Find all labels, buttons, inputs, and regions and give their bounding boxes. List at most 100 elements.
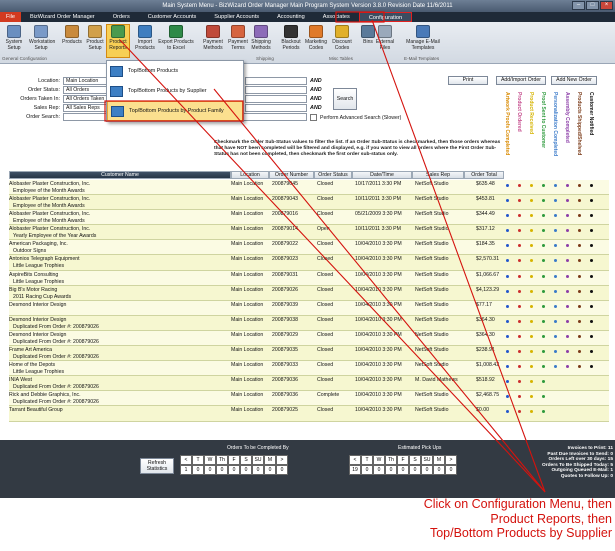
maximize-icon[interactable]: □ bbox=[586, 1, 599, 10]
substatus-header[interactable]: Personalization Completed bbox=[552, 92, 558, 172]
calendar-cell[interactable]: T bbox=[192, 455, 204, 465]
menu-customer-accounts[interactable]: Customer Accounts bbox=[139, 12, 206, 22]
table-row[interactable]: Rick and Debbie Graphics, Inc. Duplicated… bbox=[9, 391, 609, 407]
filter-select-2c[interactable] bbox=[245, 95, 307, 103]
minimize-icon[interactable]: – bbox=[572, 1, 585, 10]
calendar-cell[interactable]: 0 bbox=[192, 465, 204, 475]
calendar-cell[interactable]: 19 bbox=[349, 465, 361, 475]
blackout-periods-button[interactable]: Blackout Periods bbox=[279, 25, 303, 51]
calendar-cell[interactable]: 0 bbox=[361, 465, 373, 475]
calendar-cell[interactable]: F bbox=[397, 455, 409, 465]
calendar-cell[interactable]: S bbox=[409, 455, 421, 465]
calendar-cell[interactable]: 0 bbox=[445, 465, 457, 475]
menu-configuration[interactable]: Configuration bbox=[358, 12, 413, 22]
menu-accounting[interactable]: Accounting bbox=[268, 12, 314, 22]
substatus-header[interactable]: Proof Sent to Customer bbox=[540, 92, 546, 172]
calendar-cell[interactable]: 0 bbox=[433, 465, 445, 475]
table-row[interactable]: Big B's Motor Racing 2011 Racing Cup Awar… bbox=[9, 285, 609, 301]
print-button[interactable]: Print bbox=[448, 76, 488, 85]
col-date-time[interactable]: Date/Time bbox=[352, 171, 412, 179]
calendar-cell[interactable]: 0 bbox=[204, 465, 216, 475]
product-reports-button[interactable]: Product Reports bbox=[106, 24, 130, 58]
advanced-search-checkbox[interactable] bbox=[310, 114, 317, 121]
product-setup-button[interactable]: Product Setup bbox=[83, 25, 107, 51]
substatus-header[interactable]: Product Ordered bbox=[516, 92, 522, 172]
menu-orders[interactable]: Orders bbox=[104, 12, 139, 22]
menu-associates[interactable]: Associates bbox=[314, 12, 359, 22]
table-row[interactable]: Frame Art America Duplicated From Order #… bbox=[9, 346, 609, 362]
external-files-button[interactable]: External Files bbox=[373, 25, 397, 51]
calendar-cell[interactable]: SU bbox=[252, 455, 264, 465]
table-row[interactable]: Home of the Depots Little League Trophies… bbox=[9, 361, 609, 377]
export-products-button[interactable]: Export Products to Excel bbox=[158, 25, 194, 51]
table-row[interactable]: AspireBits Consulting Little League Troph… bbox=[9, 270, 609, 286]
calendar-cell[interactable]: 0 bbox=[385, 465, 397, 475]
substatus-header[interactable]: Products Shipped/Shelved bbox=[576, 92, 582, 172]
workstation-setup-button[interactable]: Workstation Setup bbox=[29, 25, 55, 51]
calendar-cell[interactable]: 0 bbox=[216, 465, 228, 475]
menu-supplier-accounts[interactable]: Supplier Accounts bbox=[205, 12, 268, 22]
email-templates-button[interactable]: Manage E-Mail Templates bbox=[400, 25, 446, 51]
table-row[interactable]: Desmond Interior Design Main Location 2008… bbox=[9, 300, 609, 316]
search-button[interactable]: Search bbox=[333, 88, 357, 110]
table-row[interactable]: INIA West Duplicated From Order #: 200879… bbox=[9, 376, 609, 392]
calendar-cell[interactable]: SU bbox=[421, 455, 433, 465]
filter-select-2d[interactable] bbox=[245, 104, 307, 112]
dropdown-item-by-supplier[interactable]: Top/Bottom Products by Supplier bbox=[107, 81, 243, 101]
calendar-cell[interactable]: M bbox=[264, 455, 276, 465]
calendar-cell[interactable]: 1 bbox=[180, 465, 192, 475]
filter-select-2b[interactable] bbox=[245, 86, 307, 94]
calendar-cell[interactable]: 0 bbox=[264, 465, 276, 475]
calendar-cell[interactable]: Th bbox=[385, 455, 397, 465]
close-icon[interactable]: × bbox=[600, 1, 613, 10]
products-button[interactable]: Products bbox=[60, 25, 84, 46]
shipping-methods-button[interactable]: Shipping Methods bbox=[249, 25, 273, 51]
filter-select-2a[interactable] bbox=[245, 77, 307, 85]
calendar-cell[interactable]: Th bbox=[216, 455, 228, 465]
calendar-cell[interactable]: > bbox=[445, 455, 457, 465]
add-import-order-button[interactable]: Add/Import Order bbox=[496, 76, 546, 85]
col-customer-name[interactable]: Customer Name bbox=[9, 171, 231, 179]
import-products-button[interactable]: Import Products bbox=[133, 25, 157, 51]
order-status-select[interactable]: All Orders bbox=[63, 86, 108, 94]
calendar-cell[interactable]: 0 bbox=[252, 465, 264, 475]
system-setup-button[interactable]: System Setup bbox=[2, 25, 26, 51]
calendar-cell[interactable]: F bbox=[228, 455, 240, 465]
table-row[interactable]: Desmond Interior Design Duplicated From O… bbox=[9, 315, 609, 331]
calendar-cell[interactable]: > bbox=[276, 455, 288, 465]
stat-quotes-follow-up[interactable]: Quotes to Follow Up: 0 bbox=[509, 474, 613, 480]
refresh-statistics-button[interactable]: Refresh Statistics bbox=[140, 458, 174, 474]
calendar-cell[interactable]: T bbox=[361, 455, 373, 465]
table-row[interactable]: Alobaster Plaster Construction, Inc. Empl… bbox=[9, 195, 609, 211]
calendar-cell[interactable]: 0 bbox=[276, 465, 288, 475]
calendar-cell[interactable]: 0 bbox=[240, 465, 252, 475]
table-row[interactable]: Antonios Telegraph Equipment Little Leagu… bbox=[9, 255, 609, 271]
col-location[interactable]: Location bbox=[231, 171, 269, 179]
calendar-cell[interactable]: S bbox=[240, 455, 252, 465]
calendar-cell[interactable]: 0 bbox=[373, 465, 385, 475]
calendar-cell[interactable]: 0 bbox=[409, 465, 421, 475]
table-row[interactable]: American Packaging, Inc. Outdoor Signs Mai… bbox=[9, 240, 609, 256]
menu-file[interactable]: File bbox=[0, 12, 22, 22]
calendar-cell[interactable]: 0 bbox=[228, 465, 240, 475]
discount-codes-button[interactable]: Discount Codes bbox=[330, 25, 354, 51]
calendar-cell[interactable]: < bbox=[180, 455, 192, 465]
col-sales-rep[interactable]: Sales Rep bbox=[412, 171, 464, 179]
add-new-order-button[interactable]: Add New Order bbox=[551, 76, 597, 85]
substatus-header[interactable]: Assembly Completed bbox=[564, 92, 570, 172]
sales-rep-select[interactable]: All Sales Reps bbox=[63, 104, 108, 112]
col-order-total[interactable]: Order Total bbox=[464, 171, 504, 179]
calendar-cell[interactable]: W bbox=[204, 455, 216, 465]
payment-terms-button[interactable]: Payment Terms bbox=[226, 25, 250, 51]
marketing-codes-button[interactable]: Marketing Codes bbox=[304, 25, 328, 51]
location-select[interactable]: Main Location bbox=[63, 77, 108, 85]
calendar-cell[interactable]: 0 bbox=[397, 465, 409, 475]
substatus-header[interactable]: Product Received bbox=[528, 92, 534, 172]
orders-taken-select[interactable]: All Orders Taken bbox=[63, 95, 108, 103]
table-row[interactable]: Tarrant Beautiful Group Main Location 2008… bbox=[9, 406, 609, 422]
menu-bizwizard[interactable]: BizWizard Order Manager bbox=[21, 12, 104, 22]
calendar-cell[interactable]: 0 bbox=[421, 465, 433, 475]
col-order-status[interactable]: Order Status bbox=[314, 171, 352, 179]
table-row[interactable]: Desmond Interior Design Duplicated From O… bbox=[9, 330, 609, 347]
table-row[interactable]: Alobaster Plaster Construction, Inc. Empl… bbox=[9, 210, 609, 226]
